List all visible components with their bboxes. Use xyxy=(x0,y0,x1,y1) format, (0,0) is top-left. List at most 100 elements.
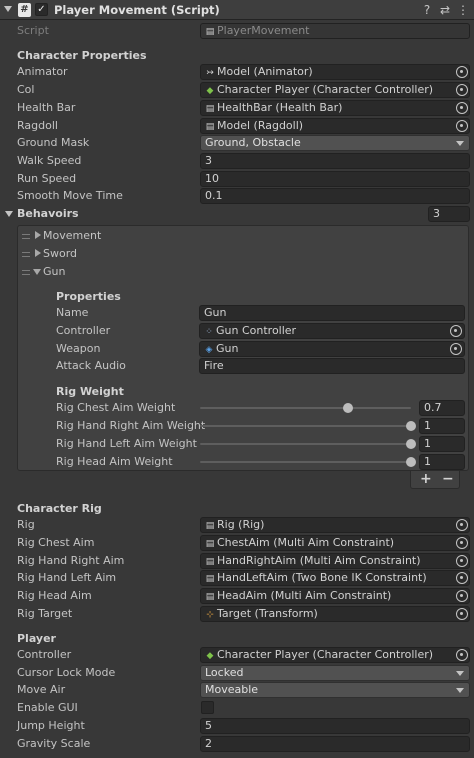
behaviors-heading[interactable]: Behavoirs xyxy=(17,206,79,222)
slider-track[interactable] xyxy=(200,407,411,409)
rig-target-field[interactable]: ⊹ Target (Transform) xyxy=(200,606,470,622)
gravity-scale-label: Gravity Scale xyxy=(17,737,91,750)
rig-weight-slider-label: Rig Chest Aim Weight xyxy=(56,401,176,414)
gun-weapon-picker-icon[interactable] xyxy=(450,343,462,355)
player-controller-label: Controller xyxy=(17,648,72,661)
cursor-lock-mode-dropdown[interactable]: Locked xyxy=(200,665,470,681)
attack-audio-input[interactable]: Fire xyxy=(199,358,465,374)
rig-head-aim-picker-icon[interactable] xyxy=(456,590,468,602)
ground-mask-dropdown[interactable]: Ground, Obstacle xyxy=(200,135,470,151)
foldout-arrow-icon[interactable] xyxy=(4,6,12,12)
rig-target-value: Target (Transform) xyxy=(217,607,318,620)
drag-handle-icon[interactable] xyxy=(22,252,30,257)
rig-head-aim-field[interactable]: ▤ HeadAim (Multi Aim Constraint) xyxy=(200,588,470,604)
animator-field[interactable]: ↣ Model (Animator) xyxy=(200,64,470,80)
chevron-down-icon xyxy=(456,688,464,693)
rig-hand-right-aim-field[interactable]: ▤ HandRightAim (Multi Aim Constraint) xyxy=(200,553,470,569)
add-item-button[interactable]: + xyxy=(420,471,432,488)
player-controller-picker-icon[interactable] xyxy=(456,649,468,661)
list-item-label: Gun xyxy=(43,265,66,278)
rig-hand-left-aim-value: HandLeftAim (Two Bone IK Constraint) xyxy=(217,571,427,584)
slider-value-input[interactable]: 1 xyxy=(419,418,465,434)
rig-chest-aim-picker-icon[interactable] xyxy=(456,537,468,549)
behaviors-size-input[interactable]: 3 xyxy=(428,206,470,222)
smooth-move-time-label: Smooth Move Time xyxy=(17,189,123,202)
rig-field[interactable]: ▤ Rig (Rig) xyxy=(200,517,470,533)
slider-value-input[interactable]: 1 xyxy=(419,436,465,452)
drag-handle-icon[interactable] xyxy=(22,270,30,275)
col-value: Character Player (Character Controller) xyxy=(217,83,434,96)
character-controller-icon: ◆ xyxy=(206,651,214,661)
enable-gui-checkbox[interactable] xyxy=(201,701,214,714)
jump-height-input[interactable]: 5 xyxy=(200,718,470,734)
ragdoll-picker-icon[interactable] xyxy=(456,120,468,132)
list-item-sword[interactable]: Sword xyxy=(18,245,468,263)
col-picker-icon[interactable] xyxy=(456,84,468,96)
gun-controller-label: Controller xyxy=(56,324,111,337)
gun-controller-picker-icon[interactable] xyxy=(450,325,462,337)
component-enabled-checkbox[interactable]: ✓ xyxy=(35,3,48,16)
player-controller-field[interactable]: ◆ Character Player (Character Controller) xyxy=(200,647,470,663)
expand-arrow-icon[interactable] xyxy=(35,231,41,239)
collapse-arrow-icon[interactable] xyxy=(33,269,41,275)
slider-track[interactable] xyxy=(200,443,411,445)
move-air-value: Moveable xyxy=(205,683,259,696)
rig-chest-aim-label: Rig Chest Aim xyxy=(17,536,95,549)
rig-weight-heading: Rig Weight xyxy=(56,385,124,398)
slider-thumb[interactable] xyxy=(406,421,416,431)
rig-target-label: Rig Target xyxy=(17,607,73,620)
expand-arrow-icon[interactable] xyxy=(35,249,41,257)
rig-target-picker-icon[interactable] xyxy=(456,608,468,620)
list-item-movement[interactable]: Movement xyxy=(18,227,468,245)
remove-item-button[interactable]: − xyxy=(442,471,454,488)
rig-hand-right-aim-label: Rig Hand Right Aim xyxy=(17,554,125,567)
animator-value: Model (Animator) xyxy=(217,65,313,78)
gun-name-input[interactable]: Gun xyxy=(199,305,465,321)
list-footer: + − xyxy=(410,471,460,489)
col-field[interactable]: ◆ Character Player (Character Controller) xyxy=(200,82,470,98)
run-speed-input[interactable]: 10 xyxy=(200,171,470,187)
health-bar-picker-icon[interactable] xyxy=(456,102,468,114)
gravity-scale-input[interactable]: 2 xyxy=(200,736,470,752)
prefab-icon: ◈ xyxy=(205,345,213,355)
behaviors-foldout-icon[interactable] xyxy=(5,211,13,217)
enable-gui-label: Enable GUI xyxy=(17,701,78,714)
help-icon[interactable]: ? xyxy=(420,3,434,17)
script-value: PlayerMovement xyxy=(217,24,310,37)
rig-chest-aim-field[interactable]: ▤ ChestAim (Multi Aim Constraint) xyxy=(200,535,470,551)
ground-mask-value: Ground, Obstacle xyxy=(205,136,301,149)
rig-hand-left-aim-picker-icon[interactable] xyxy=(456,572,468,584)
move-air-dropdown[interactable]: Moveable xyxy=(200,682,470,698)
list-item-gun[interactable]: Gun xyxy=(18,263,468,281)
slider-thumb[interactable] xyxy=(342,403,353,413)
smooth-move-time-input[interactable]: 0.1 xyxy=(200,188,470,204)
slider-value-input[interactable]: 1 xyxy=(419,454,465,470)
animator-controller-icon: ⁘ xyxy=(205,327,213,337)
gun-weapon-field[interactable]: ◈ Gun xyxy=(199,341,465,357)
health-bar-field[interactable]: ▤ HealthBar (Health Bar) xyxy=(200,100,470,116)
slider-thumb[interactable] xyxy=(406,439,416,449)
animator-picker-icon[interactable] xyxy=(456,66,468,78)
rig-hand-left-aim-field[interactable]: ▤ HandLeftAim (Two Bone IK Constraint) xyxy=(200,570,470,586)
context-menu-icon[interactable]: ⋮ xyxy=(456,3,470,17)
rig-weight-slider-label: Rig Hand Right Aim Weight xyxy=(56,419,206,432)
move-air-label: Move Air xyxy=(17,683,66,696)
transform-icon: ⊹ xyxy=(206,610,214,620)
slider-track[interactable] xyxy=(200,461,411,463)
slider-track[interactable] xyxy=(200,425,411,427)
preset-settings-icon[interactable]: ⇄ xyxy=(438,3,452,17)
slider-thumb[interactable] xyxy=(406,457,416,467)
gun-controller-field[interactable]: ⁘ Gun Controller xyxy=(199,323,465,339)
character-rig-heading: Character Rig xyxy=(17,502,102,515)
component-title[interactable]: Player Movement (Script) xyxy=(54,3,220,17)
ragdoll-field[interactable]: ▤ Model (Ragdoll) xyxy=(200,118,470,134)
slider-value-input[interactable]: 0.7 xyxy=(419,400,465,416)
rig-picker-icon[interactable] xyxy=(456,519,468,531)
walk-speed-input[interactable]: 3 xyxy=(200,153,470,169)
script-file-icon: ▤ xyxy=(205,539,215,549)
rig-hand-right-aim-picker-icon[interactable] xyxy=(456,555,468,567)
animator-label: Animator xyxy=(17,65,68,78)
run-speed-label: Run Speed xyxy=(17,172,77,185)
script-field: ▤ PlayerMovement xyxy=(200,23,470,39)
drag-handle-icon[interactable] xyxy=(22,234,30,239)
